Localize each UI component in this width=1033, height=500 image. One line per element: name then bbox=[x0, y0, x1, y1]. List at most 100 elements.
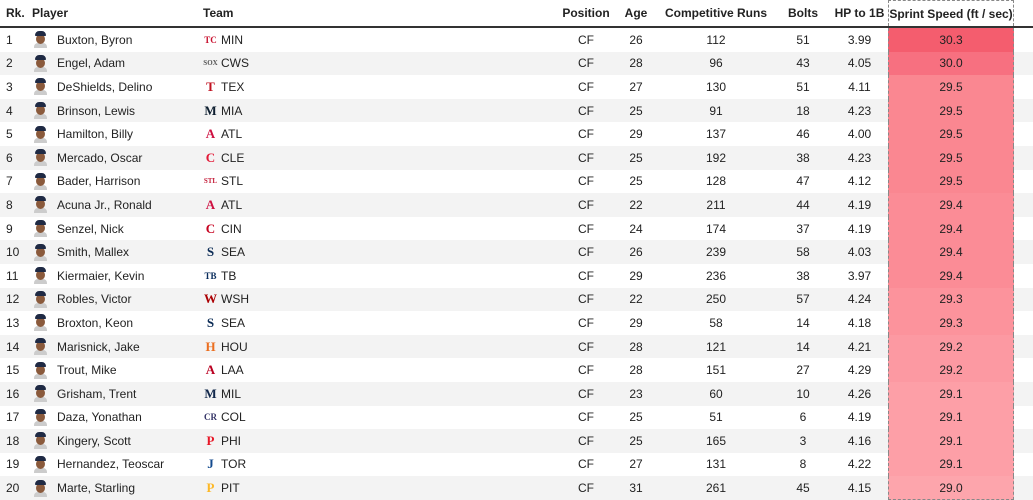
team-abbrev-link[interactable]: LAA bbox=[221, 363, 244, 377]
age-cell: 28 bbox=[629, 56, 643, 71]
hp-to-1b-cell: 3.97 bbox=[847, 268, 872, 283]
table-row: 15 Trout, Mike A LAA CF 28 151 27 4.29 2… bbox=[0, 358, 1033, 382]
player-name-link[interactable]: Broxton, Keon bbox=[57, 316, 133, 330]
player-cell: Marte, Starling bbox=[32, 476, 197, 500]
player-name-link[interactable]: Smith, Mallex bbox=[57, 245, 129, 259]
competitive-runs-cell: 121 bbox=[705, 339, 727, 354]
competitive-runs-cell: 60 bbox=[709, 386, 723, 401]
age-cell: 24 bbox=[629, 221, 643, 236]
player-name-link[interactable]: Robles, Victor bbox=[57, 292, 131, 306]
header-team[interactable]: Team bbox=[203, 0, 323, 26]
player-name-link[interactable]: Grisham, Trent bbox=[57, 387, 136, 401]
sprint-speed-value: 29.4 bbox=[939, 245, 963, 260]
player-name-link[interactable]: Kiermaier, Kevin bbox=[57, 269, 144, 283]
team-abbrev-link[interactable]: WSH bbox=[221, 292, 249, 306]
rank-cell: 15 bbox=[6, 363, 20, 378]
sprint-speed-value: 29.1 bbox=[939, 386, 963, 401]
hp-to-1b-cell: 4.26 bbox=[847, 386, 872, 401]
header-bolts[interactable]: Bolts bbox=[778, 0, 828, 26]
team-abbrev-link[interactable]: CWS bbox=[221, 56, 249, 70]
competitive-runs-cell: 51 bbox=[709, 410, 723, 425]
player-name-link[interactable]: Hernandez, Teoscar bbox=[57, 457, 164, 471]
competitive-runs-cell: 151 bbox=[705, 363, 727, 378]
team-abbrev-link[interactable]: HOU bbox=[221, 340, 248, 354]
team-abbrev-link[interactable]: PIT bbox=[221, 481, 240, 495]
team-abbrev-link[interactable]: TOR bbox=[221, 457, 246, 471]
team-logo-icon: C bbox=[205, 220, 216, 236]
competitive-runs-cell: 137 bbox=[705, 127, 727, 142]
team-logo-icon: S bbox=[206, 314, 215, 330]
team-abbrev-link[interactable]: ATL bbox=[221, 127, 242, 141]
hp-to-1b-cell: 3.99 bbox=[847, 32, 872, 47]
age-cell: 22 bbox=[629, 197, 643, 212]
header-sprint-speed[interactable]: Sprint Speed (ft / sec) bbox=[888, 0, 1014, 26]
position-cell: CF bbox=[578, 457, 594, 472]
bolts-cell: 43 bbox=[796, 56, 810, 71]
player-name-link[interactable]: DeShields, Delino bbox=[57, 80, 152, 94]
team-abbrev-link[interactable]: SEA bbox=[221, 316, 245, 330]
player-name-link[interactable]: Kingery, Scott bbox=[57, 434, 131, 448]
player-name-link[interactable]: Buxton, Byron bbox=[57, 33, 132, 47]
player-name-link[interactable]: Daza, Yonathan bbox=[57, 410, 142, 424]
player-name-link[interactable]: Mercado, Oscar bbox=[57, 151, 142, 165]
team-cell: P PIT bbox=[203, 476, 323, 500]
bolts-cell: 8 bbox=[799, 457, 807, 472]
bolts-cell: 57 bbox=[796, 292, 810, 307]
team-abbrev-link[interactable]: CLE bbox=[221, 151, 244, 165]
rank-cell: 18 bbox=[6, 433, 20, 448]
sprint-speed-cell: 29.4 bbox=[888, 263, 1014, 288]
header-player[interactable]: Player bbox=[32, 0, 197, 26]
team-abbrev-link[interactable]: PHI bbox=[221, 434, 241, 448]
header-competitive-runs[interactable]: Competitive Runs bbox=[663, 0, 769, 26]
sprint-speed-value: 29.5 bbox=[939, 127, 963, 142]
player-cell: Buxton, Byron bbox=[32, 28, 197, 52]
competitive-runs-cell: 58 bbox=[709, 315, 723, 330]
hp-to-1b-cell: 4.12 bbox=[847, 174, 872, 189]
team-abbrev-link[interactable]: COL bbox=[221, 410, 246, 424]
team-abbrev-link[interactable]: MIN bbox=[221, 33, 243, 47]
table-body: 1 Buxton, Byron TC MIN CF 26 112 51 3.99… bbox=[0, 28, 1033, 500]
header-position[interactable]: Position bbox=[560, 0, 612, 26]
player-name-link[interactable]: Hamilton, Billy bbox=[57, 127, 133, 141]
age-cell: 29 bbox=[629, 268, 643, 283]
table-row: 7 Bader, Harrison STL STL CF 25 128 47 4… bbox=[0, 169, 1033, 194]
player-name-link[interactable]: Engel, Adam bbox=[57, 56, 125, 70]
player-headshot-icon bbox=[34, 196, 47, 214]
player-cell: Acuna Jr., Ronald bbox=[32, 193, 197, 217]
player-name-link[interactable]: Marte, Starling bbox=[57, 481, 135, 495]
rank-cell: 5 bbox=[6, 127, 13, 142]
player-name-link[interactable]: Acuna Jr., Ronald bbox=[57, 198, 152, 212]
team-abbrev-link[interactable]: STL bbox=[221, 174, 243, 188]
sprint-speed-cell: 29.2 bbox=[888, 334, 1014, 359]
position-cell: CF bbox=[578, 56, 594, 71]
hp-to-1b-cell: 4.23 bbox=[847, 150, 872, 165]
team-abbrev-link[interactable]: SEA bbox=[221, 245, 245, 259]
bolts-cell: 46 bbox=[796, 127, 810, 142]
position-cell: CF bbox=[578, 127, 594, 142]
rank-cell: 2 bbox=[6, 56, 13, 71]
team-abbrev-link[interactable]: TEX bbox=[221, 80, 244, 94]
sprint-speed-value: 29.0 bbox=[939, 480, 963, 495]
player-cell: Daza, Yonathan bbox=[32, 406, 197, 430]
team-abbrev-link[interactable]: ATL bbox=[221, 198, 242, 212]
player-name-link[interactable]: Brinson, Lewis bbox=[57, 104, 135, 118]
header-rank[interactable]: Rk. bbox=[6, 0, 30, 26]
player-name-link[interactable]: Bader, Harrison bbox=[57, 174, 140, 188]
header-age[interactable]: Age bbox=[620, 0, 652, 26]
header-hp-to-1b[interactable]: HP to 1B bbox=[832, 0, 887, 26]
team-abbrev-link[interactable]: CIN bbox=[221, 222, 242, 236]
sprint-speed-cell: 29.1 bbox=[888, 452, 1014, 477]
team-cell: M MIA bbox=[203, 99, 323, 123]
player-name-link[interactable]: Trout, Mike bbox=[57, 363, 117, 377]
team-abbrev-link[interactable]: TB bbox=[221, 269, 236, 283]
player-name-link[interactable]: Marisnick, Jake bbox=[57, 340, 140, 354]
team-abbrev-link[interactable]: MIL bbox=[221, 387, 241, 401]
sprint-speed-cell: 29.5 bbox=[888, 122, 1014, 146]
table-row: 4 Brinson, Lewis M MIA CF 25 91 18 4.23 … bbox=[0, 98, 1033, 123]
team-logo-icon: A bbox=[205, 196, 216, 212]
table-row: 17 Daza, Yonathan CR COL CF 25 51 6 4.19… bbox=[0, 405, 1033, 430]
player-name-link[interactable]: Senzel, Nick bbox=[57, 222, 124, 236]
rank-cell: 8 bbox=[6, 197, 13, 212]
team-abbrev-link[interactable]: MIA bbox=[221, 104, 242, 118]
player-headshot-icon bbox=[34, 78, 47, 96]
